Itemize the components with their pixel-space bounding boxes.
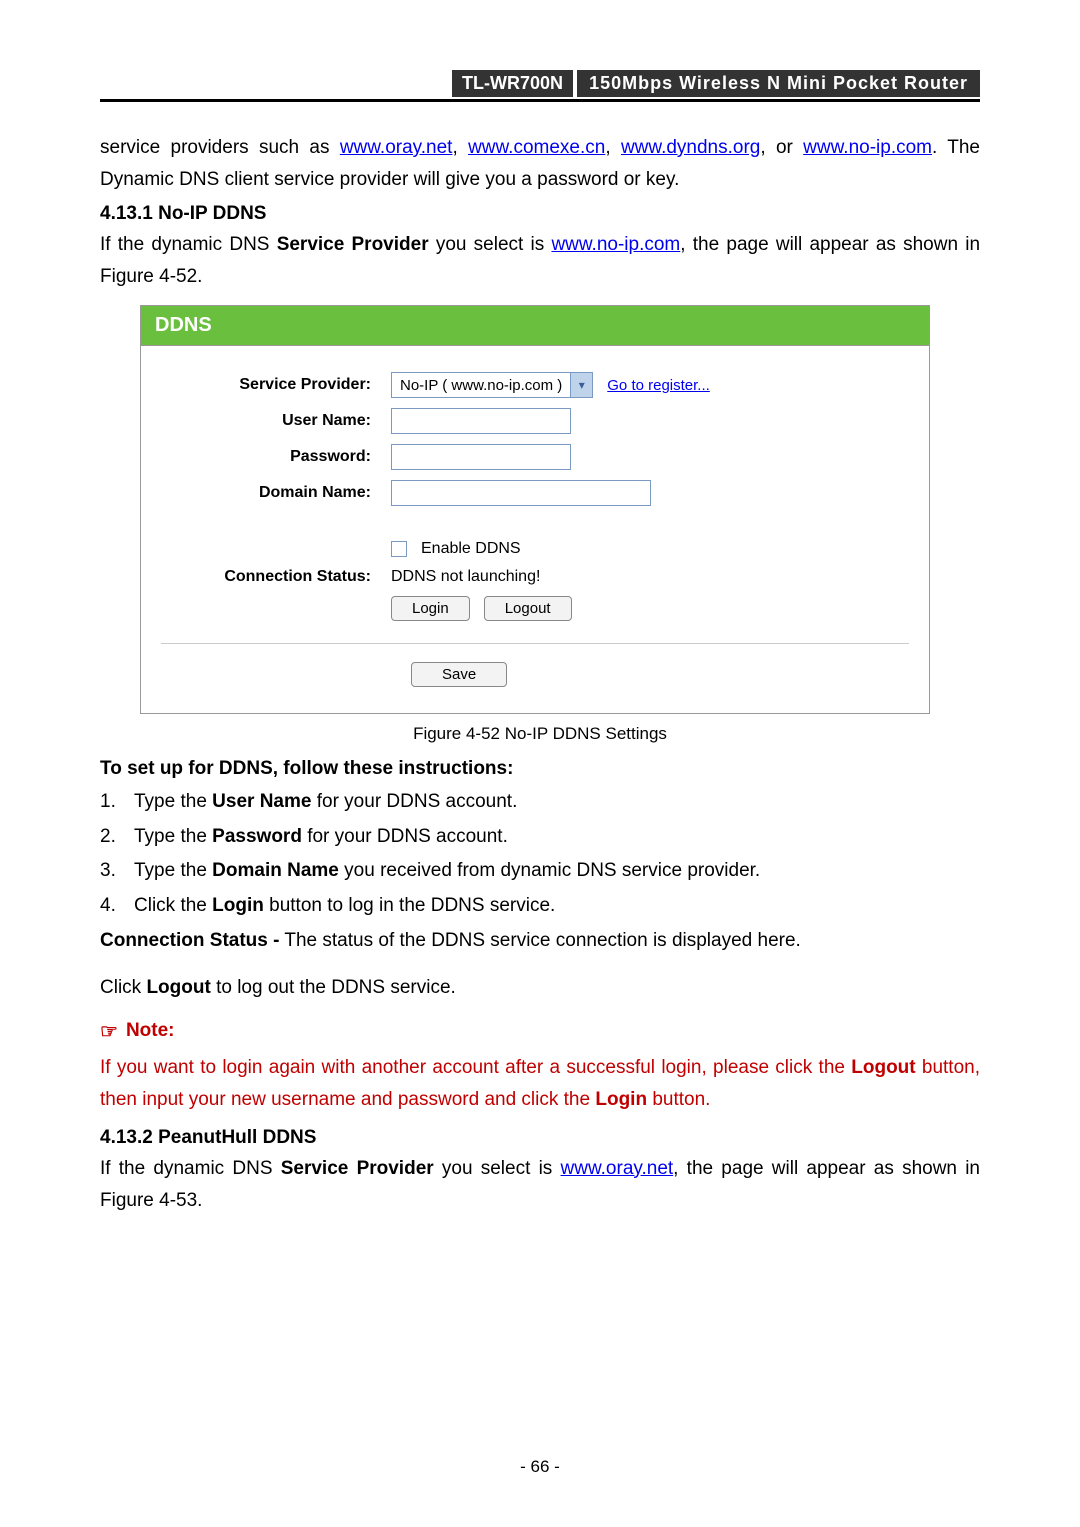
list-item: 1.Type the User Name for your DDNS accou… [100, 788, 980, 817]
logout-desc: Click Logout to log out the DDNS service… [100, 973, 980, 1003]
service-provider-select[interactable]: No-IP ( www.no-ip.com ) ▾ [391, 372, 593, 398]
enable-ddns-label: Enable DDNS [421, 540, 521, 558]
note-heading: ☞ Note: [100, 1019, 980, 1044]
password-input[interactable] [391, 444, 571, 470]
note-body: If you want to login again with another … [100, 1052, 980, 1117]
login-button[interactable]: Login [391, 596, 470, 621]
section1-paragraph: If the dynamic DNS Service Provider you … [100, 229, 980, 294]
intro-paragraph: service providers such as www.oray.net, … [100, 132, 980, 197]
connection-status-text: DDNS not launching! [391, 568, 540, 586]
link-noip-2[interactable]: www.no-ip.com [551, 234, 680, 255]
header-model: TL-WR700N [452, 70, 573, 97]
figure-ddns: DDNS Service Provider: No-IP ( www.no-ip… [140, 305, 930, 714]
header-title: 150Mbps Wireless N Mini Pocket Router [577, 70, 980, 97]
section2-paragraph: If the dynamic DNS Service Provider you … [100, 1153, 980, 1218]
link-comexe[interactable]: www.comexe.cn [468, 137, 605, 158]
connection-status-desc: Connection Status - The status of the DD… [100, 926, 980, 956]
page-header: TL-WR700N 150Mbps Wireless N Mini Pocket… [100, 70, 980, 102]
logout-button[interactable]: Logout [484, 596, 572, 621]
link-dyndns[interactable]: www.dyndns.org [621, 137, 760, 158]
figure-caption: Figure 4-52 No-IP DDNS Settings [100, 724, 980, 744]
link-noip[interactable]: www.no-ip.com [803, 137, 932, 158]
list-item: 2.Type the Password for your DDNS accoun… [100, 823, 980, 852]
chevron-down-icon: ▾ [570, 373, 592, 397]
ddns-panel-title: DDNS [141, 306, 929, 346]
list-item: 4.Click the Login button to log in the D… [100, 892, 980, 921]
username-input[interactable] [391, 408, 571, 434]
label-domain: Domain Name: [161, 484, 391, 502]
label-username: User Name: [161, 412, 391, 430]
link-oray-2[interactable]: www.oray.net [561, 1158, 674, 1179]
go-to-register-link[interactable]: Go to register... [607, 377, 710, 394]
label-password: Password: [161, 448, 391, 466]
page-number: - 66 - [0, 1457, 1080, 1477]
save-button[interactable]: Save [411, 662, 507, 687]
domain-input[interactable] [391, 480, 651, 506]
instructions-heading: To set up for DDNS, follow these instruc… [100, 758, 980, 780]
label-service-provider: Service Provider: [161, 376, 391, 394]
section-heading-noip: 4.13.1 No-IP DDNS [100, 203, 980, 225]
enable-ddns-checkbox[interactable] [391, 541, 407, 557]
section-heading-peanuthull: 4.13.2 PeanutHull DDNS [100, 1127, 980, 1149]
list-item: 3.Type the Domain Name you received from… [100, 857, 980, 886]
instructions-list: 1.Type the User Name for your DDNS accou… [100, 788, 980, 920]
link-oray[interactable]: www.oray.net [340, 137, 453, 158]
label-connection-status: Connection Status: [161, 568, 391, 586]
pointer-icon: ☞ [100, 1019, 118, 1044]
